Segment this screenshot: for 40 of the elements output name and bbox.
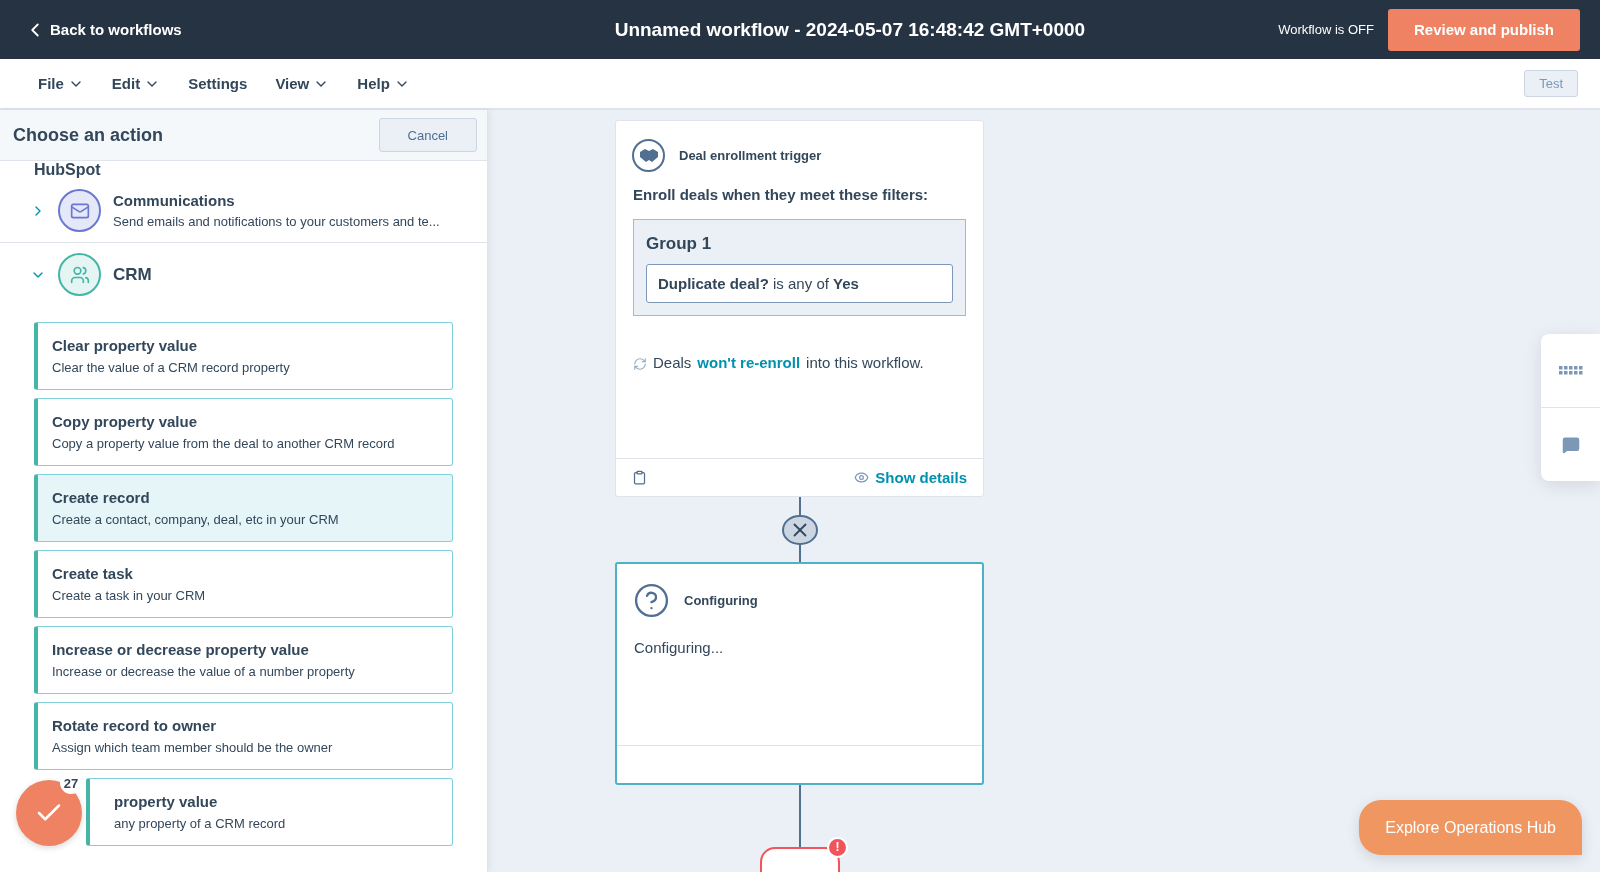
action-card[interactable]: property value any property of a CRM record — [86, 778, 453, 846]
menu-item[interactable]: View — [275, 75, 330, 92]
refresh-icon — [633, 357, 647, 371]
error-badge: ! — [827, 836, 848, 858]
filter-condition: Duplicate deal? is any of Yes — [646, 264, 953, 303]
people-icon — [69, 264, 90, 285]
show-details-link[interactable]: Show details — [854, 469, 967, 486]
reenroll-link[interactable]: won't re-enroll — [697, 354, 801, 371]
menu-item[interactable]: File — [38, 75, 84, 92]
close-icon[interactable] — [782, 514, 818, 546]
clipboard-icon[interactable] — [632, 470, 647, 485]
category-name[interactable]: Communications — [113, 192, 440, 209]
workflow-title: Unnamed workflow - 2024-05-07 16:48:42 GMT+0000 — [613, 18, 1087, 41]
back-link[interactable]: Back to workflows — [24, 18, 182, 41]
section-heading: HubSpot — [33, 161, 102, 179]
action-card[interactable]: Increase or decrease property value Increase or decrease the value of a number property — [34, 626, 453, 694]
action-card[interactable]: Copy property value Copy a property value from the deal to another CRM record — [34, 398, 453, 466]
category-description: Send emails and notifications to your customers and te... — [113, 214, 440, 229]
menu-item[interactable]: Help — [357, 75, 410, 92]
step-title: Configuring — [684, 593, 758, 609]
eye-icon — [854, 470, 870, 485]
cancel-button[interactable]: Cancel — [378, 118, 477, 152]
panel-title: Choose an action — [13, 124, 164, 146]
question-icon — [633, 582, 670, 620]
trigger-card[interactable]: Deal enrollment trigger Enroll deals when they meet these filters: Group 1 Duplicate deal? is any of Yes Deals won't re-enroll into this workflow. Show details — [615, 120, 984, 497]
step-card[interactable]: Configuring Configuring... — [615, 562, 984, 786]
trigger-title: Deal enrollment trigger — [679, 148, 822, 163]
action-card[interactable]: Create task Create a task in your CRM — [34, 550, 453, 618]
action-card[interactable]: Rotate record to owner Assign which team member should be the owner — [34, 702, 453, 770]
action-card[interactable]: Create record Create a contact, company, deal, etc in your CRM — [34, 474, 453, 542]
group-title: Group 1 — [646, 234, 713, 254]
category-name[interactable]: CRM — [113, 264, 152, 285]
menu-item[interactable]: Settings — [188, 75, 248, 92]
menu-item[interactable]: Edit — [111, 75, 161, 92]
trigger-intro: Enroll deals when they meet these filters: — [632, 185, 930, 203]
step-body: Configuring... — [633, 638, 725, 659]
reenroll-text: Deals — [653, 354, 692, 371]
action-card[interactable]: Clear property value Clear the value of a CRM record property — [34, 322, 453, 390]
reenroll-text: into this workflow. — [806, 354, 924, 371]
workflow-status: Workflow is OFF — [1278, 22, 1374, 37]
